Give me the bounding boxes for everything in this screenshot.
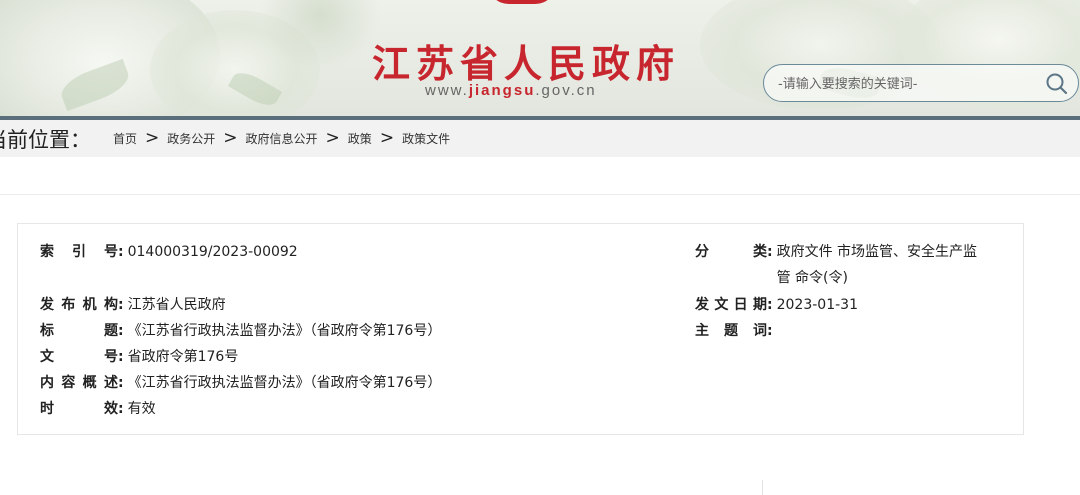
search-input[interactable] (778, 73, 1028, 95)
site-title[interactable]: 江苏省人民政府 (372, 33, 680, 88)
info-row-doc-no: 文号: 省政府令第176号 (40, 344, 238, 370)
info-row-keywords: 主题词: (695, 318, 777, 344)
title-value: 《江苏省行政执法监督办法》（省政府令第176号） (127, 323, 442, 339)
breadcrumb-separator: > (325, 128, 340, 148)
breadcrumb-item-info-disclosure[interactable]: 政府信息公开 (246, 130, 318, 147)
breadcrumb-separator: > (223, 128, 238, 148)
breadcrumb-prefix: 当前位置： (0, 127, 91, 152)
category-label: 分类 (695, 244, 767, 260)
site-url: www.jiangsu.gov.cn (425, 82, 597, 99)
doc-no-label: 文号 (40, 349, 118, 365)
search-box (763, 64, 1079, 102)
info-row-summary: 内容概述: 《江苏省行政执法监督办法》（省政府令第176号） (40, 370, 441, 396)
breadcrumb-separator: > (379, 128, 395, 148)
column-divider (762, 480, 763, 495)
issue-date-value: 2023-01-31 (776, 297, 858, 313)
keywords-label: 主题词 (695, 323, 767, 339)
label-colon: : (118, 297, 124, 313)
validity-label: 时效 (40, 401, 118, 417)
breadcrumb-item-policy-documents[interactable]: 政策文件 (402, 130, 450, 147)
doc-no-value: 省政府令第176号 (127, 349, 239, 365)
validity-value: 有效 (127, 401, 156, 417)
title-label: 标题 (40, 323, 118, 339)
info-row-publisher: 发布机构: 江苏省人民政府 (40, 292, 226, 318)
index-no-value: 014000319/2023-00092 (127, 244, 298, 260)
breadcrumb-item-home[interactable]: 首页 (113, 130, 137, 147)
index-no-label: 索引号 (40, 244, 118, 260)
info-row-category: 分类: 政府文件 市场监管、安全生产监管 命令(令) (695, 239, 987, 291)
label-colon: : (767, 244, 773, 260)
summary-label: 内容概述 (40, 375, 118, 391)
emblem-icon (487, 0, 557, 4)
section-divider (0, 194, 1080, 195)
breadcrumb: 当前位置： 首页 > 政务公开 > 政府信息公开 > 政策 > 政策文件 (0, 120, 1080, 157)
label-colon: : (118, 401, 124, 417)
info-row-title: 标题: 《江苏省行政执法监督办法》（省政府令第176号） (40, 318, 441, 344)
publisher-value: 江苏省人民政府 (127, 297, 226, 313)
label-colon: : (767, 323, 773, 339)
document-info-table: 索引号: 014000319/2023-00092 分类: 政府文件 市场监管、安全… (17, 223, 1024, 435)
site-header: 江苏省人民政府 www.jiangsu.gov.cn (0, 0, 1080, 116)
info-row-index-no: 索引号: 014000319/2023-00092 (40, 239, 298, 265)
site-url-prefix: www. (425, 82, 469, 99)
site-url-suffix: .gov.cn (535, 82, 597, 99)
breadcrumb-separator: > (145, 128, 160, 148)
info-row-issue-date: 发文日期: 2023-01-31 (695, 292, 858, 318)
label-colon: : (118, 349, 124, 365)
breadcrumb-item-policy[interactable]: 政策 (348, 130, 372, 147)
search-icon[interactable] (1044, 71, 1070, 97)
breadcrumb-item-government-affairs[interactable]: 政务公开 (167, 130, 215, 147)
label-colon: : (118, 244, 124, 260)
summary-value: 《江苏省行政执法监督办法》（省政府令第176号） (127, 375, 442, 391)
category-value: 政府文件 市场监管、安全生产监管 命令(令) (776, 244, 978, 286)
publisher-label: 发布机构 (40, 297, 118, 313)
issue-date-label: 发文日期 (695, 297, 767, 313)
label-colon: : (118, 375, 124, 391)
label-colon: : (767, 297, 773, 313)
label-colon: : (118, 323, 124, 339)
info-row-validity: 时效: 有效 (40, 396, 156, 422)
site-url-highlight: jiangsu (468, 82, 536, 99)
